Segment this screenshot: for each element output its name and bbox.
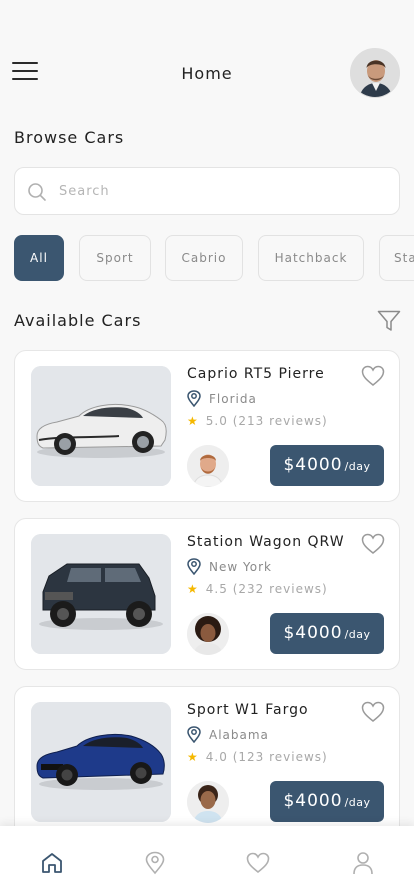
location-text: New York [209,559,272,574]
owner-avatar[interactable] [187,781,229,823]
price-amount: $4000 [283,623,343,643]
location-pin-icon [187,390,201,407]
car-image [31,702,171,822]
price-button[interactable]: $4000/day [270,445,384,486]
search-bar [14,167,400,215]
review-count: (213 reviews) [232,414,328,428]
car-card[interactable]: Station Wagon QRW New York ★ 4.5 (232 re… [14,518,400,670]
favorite-heart-icon[interactable] [361,533,385,555]
price-button[interactable]: $4000/day [270,781,384,822]
price-unit: /day [344,796,371,809]
car-image [31,534,171,654]
location-text: Alabama [209,727,269,742]
price-amount: $4000 [283,791,343,811]
review-count: (232 reviews) [232,582,328,596]
price-amount: $4000 [283,455,343,475]
chip-all[interactable]: All [14,235,64,281]
location-pin-icon [187,558,201,575]
car-card[interactable]: Caprio RT5 Pierre Florida ★ 5.0 (213 rev… [14,350,400,502]
header: Home [0,48,414,98]
car-location: Florida [187,390,257,407]
available-cars-heading: Available Cars [14,311,142,330]
rating-value: 4.5 [205,582,228,596]
price-button[interactable]: $4000/day [270,613,384,654]
favorite-heart-icon[interactable] [361,701,385,723]
car-card[interactable]: Sport W1 Fargo Alabama ★ 4.0 (123 review… [14,686,400,838]
chip-sport[interactable]: Sport [79,235,151,281]
search-icon [28,183,46,201]
star-icon: ★ [187,750,199,764]
location-text: Florida [209,391,257,406]
user-icon [353,852,373,875]
star-icon: ★ [187,414,199,428]
price-unit: /day [344,460,371,473]
profile-avatar[interactable] [350,48,400,98]
rating-value: 4.0 [205,750,228,764]
category-chips: All Sport Cabrio Hatchback Station [14,235,414,281]
tab-location[interactable] [140,848,170,878]
chip-cabrio[interactable]: Cabrio [165,235,243,281]
car-image [31,366,171,486]
car-name: Caprio RT5 Pierre [187,366,325,382]
tab-home[interactable] [37,848,67,878]
home-icon [42,853,62,873]
tab-profile[interactable] [348,848,378,878]
review-count: (123 reviews) [232,750,328,764]
favorite-heart-icon[interactable] [361,365,385,387]
chip-hatchback[interactable]: Hatchback [258,235,364,281]
car-rating: ★ 4.0 (123 reviews) [187,750,328,764]
bottom-tab-bar [0,826,414,896]
heart-icon [246,852,270,874]
car-rating: ★ 5.0 (213 reviews) [187,414,328,428]
tab-favorites[interactable] [243,848,273,878]
star-icon: ★ [187,582,199,596]
location-pin-icon [187,726,201,743]
car-name: Sport W1 Fargo [187,702,309,718]
price-unit: /day [344,628,371,641]
car-rating: ★ 4.5 (232 reviews) [187,582,328,596]
browse-cars-heading: Browse Cars [14,128,125,147]
car-location: New York [187,558,272,575]
rating-value: 5.0 [205,414,228,428]
car-location: Alabama [187,726,269,743]
chip-station[interactable]: Station [379,235,414,281]
filter-icon[interactable] [377,310,401,332]
owner-avatar[interactable] [187,445,229,487]
car-name: Station Wagon QRW [187,534,345,550]
location-icon [145,851,165,875]
owner-avatar[interactable] [187,613,229,655]
search-input[interactable] [59,176,379,206]
